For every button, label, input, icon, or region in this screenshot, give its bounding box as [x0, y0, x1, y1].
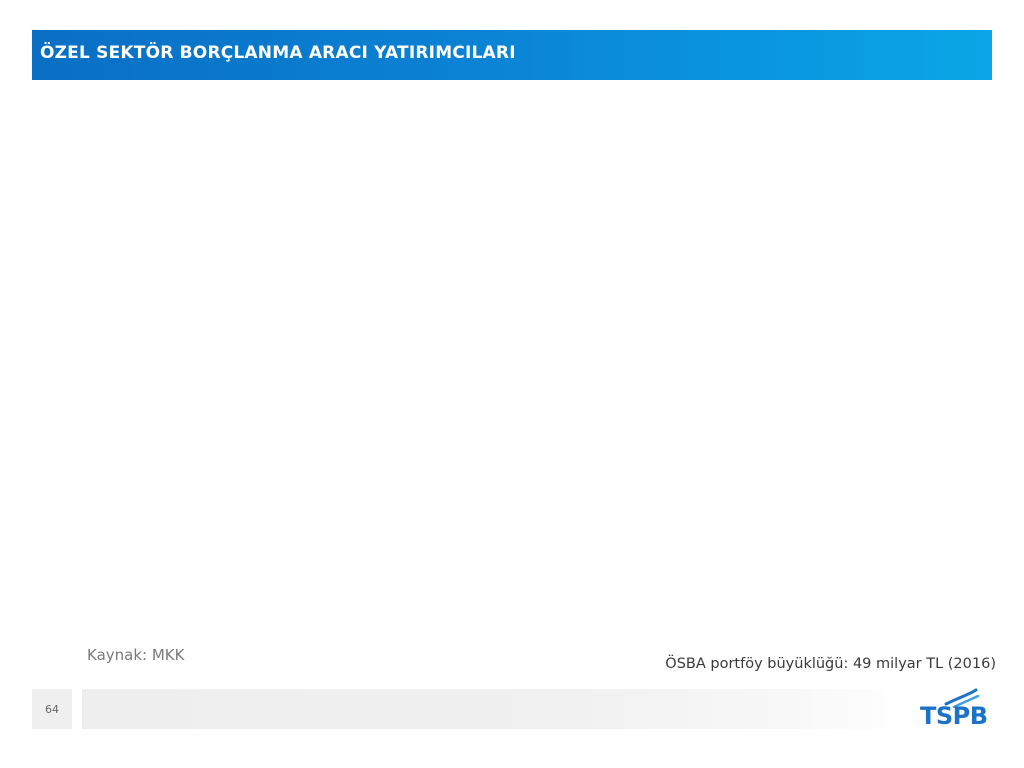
content-area — [32, 80, 992, 640]
source-note: Kaynak: MKK — [87, 646, 185, 664]
portfolio-size-note: ÖSBA portföy büyüklüğü: 49 milyar TL (20… — [665, 656, 996, 672]
slide: ÖZEL SEKTÖR BORÇLANMA ARACI YATIRIMCILAR… — [0, 0, 1024, 768]
logo-text: TSPB — [920, 702, 988, 730]
page-number: 64 — [45, 703, 59, 716]
tspb-logo: TSPB — [918, 688, 990, 734]
footer-strip — [82, 689, 912, 729]
title-bar: ÖZEL SEKTÖR BORÇLANMA ARACI YATIRIMCILAR… — [32, 30, 992, 80]
slide-title: ÖZEL SEKTÖR BORÇLANMA ARACI YATIRIMCILAR… — [40, 43, 516, 63]
page-number-box: 64 — [32, 689, 72, 729]
